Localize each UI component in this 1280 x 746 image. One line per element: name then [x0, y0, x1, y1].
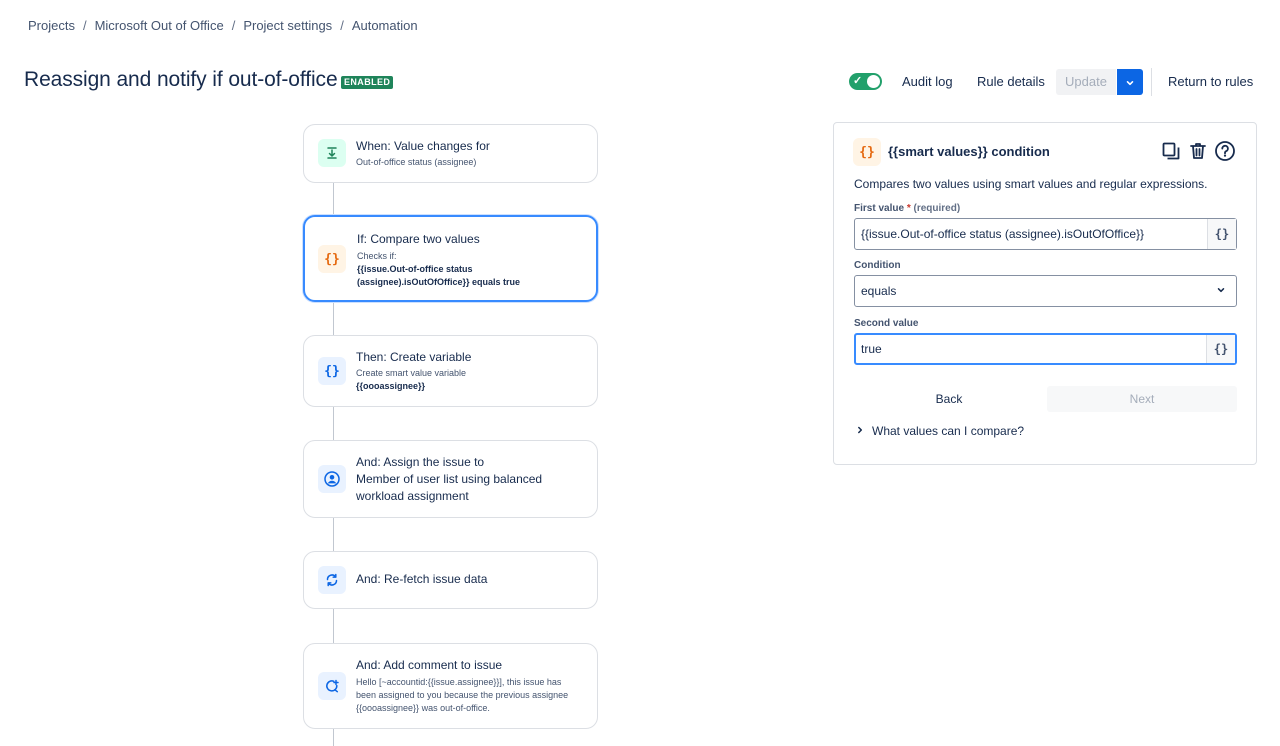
back-button[interactable]: Back: [854, 386, 1044, 412]
create-variable-sub-value: {{oooassignee}}: [356, 381, 426, 391]
trigger-card[interactable]: When: Value changes for Out-of-office st…: [303, 124, 598, 183]
trash-icon[interactable]: [1186, 139, 1210, 163]
curly-braces-icon: {}: [318, 357, 346, 385]
create-variable-sub-prefix: Create smart value variable: [356, 368, 467, 378]
comment-body: Hello [~accountid:{{issue.assignee}}], t…: [356, 677, 569, 713]
breadcrumb-separator: /: [231, 18, 236, 33]
smart-value-button[interactable]: {}: [1206, 335, 1235, 363]
header-divider: [1151, 68, 1152, 96]
refresh-icon: [318, 566, 346, 594]
condition-title: If: Compare two values: [357, 232, 480, 246]
status-badge: ENABLED: [341, 76, 394, 89]
condition-card[interactable]: {} If: Compare two values Checks if: {{i…: [303, 215, 598, 302]
condition-sub-value: {{issue.Out-of-office status (assignee).…: [357, 264, 521, 287]
check-icon: ✓: [853, 75, 863, 87]
update-button[interactable]: Update: [1056, 69, 1116, 95]
help-icon[interactable]: [1213, 139, 1237, 163]
condition-select[interactable]: equals: [854, 275, 1237, 307]
create-variable-title: Then: Create variable: [356, 350, 472, 364]
help-expander[interactable]: What values can I compare?: [856, 424, 1024, 438]
update-dropdown-button[interactable]: [1117, 69, 1143, 95]
condition-config-panel: {} {{smart values}} condition Compares t…: [833, 122, 1257, 465]
duplicate-icon[interactable]: [1159, 139, 1183, 163]
create-variable-card[interactable]: {} Then: Create variable Create smart va…: [303, 335, 598, 407]
breadcrumb-separator: /: [340, 18, 344, 33]
rule-details-button[interactable]: Rule details: [977, 70, 1045, 94]
trigger-title: When: Value changes for: [356, 139, 490, 153]
panel-description: Compares two values using smart values a…: [854, 177, 1208, 191]
refetch-title: And: Re-fetch issue data: [356, 572, 488, 586]
page-title: Reassign and notify if out-of-office: [24, 68, 338, 91]
breadcrumb-project[interactable]: Microsoft Out of Office: [95, 18, 224, 33]
breadcrumb-project-settings[interactable]: Project settings: [243, 18, 332, 33]
condition-selected-value: equals: [861, 284, 897, 298]
return-to-rules-button[interactable]: Return to rules: [1168, 70, 1253, 94]
toggle-knob: [867, 75, 880, 88]
condition-subtitle: Checks if: {{issue.Out-of-office status …: [357, 250, 572, 289]
next-button[interactable]: Next: [1047, 386, 1237, 412]
first-value-input[interactable]: {{issue.Out-of-office status (assignee).…: [854, 218, 1237, 250]
assign-title: And: Assign the issue to: [356, 455, 485, 469]
assign-body: Member of user list using balanced workl…: [356, 472, 543, 503]
comment-title: And: Add comment to issue: [356, 658, 503, 672]
first-value-label-text: First value: [854, 203, 905, 214]
required-text: (required): [913, 203, 961, 214]
curly-braces-icon: {}: [853, 138, 881, 166]
smart-value-button[interactable]: {}: [1207, 219, 1236, 249]
comment-add-icon: [318, 672, 346, 700]
assign-issue-card[interactable]: And: Assign the issue to Member of user …: [303, 440, 598, 518]
second-value-label: Second value: [854, 318, 919, 329]
second-value-input[interactable]: true {}: [854, 333, 1237, 365]
chevron-right-icon: [856, 426, 864, 436]
rule-enabled-toggle[interactable]: ✓: [849, 73, 882, 90]
curly-braces-icon: {}: [318, 245, 346, 273]
chevron-down-icon: [1126, 80, 1134, 85]
breadcrumb: Projects / Microsoft Out of Office / Pro…: [28, 18, 418, 33]
condition-label: Condition: [854, 260, 901, 271]
breadcrumb-projects[interactable]: Projects: [28, 18, 75, 33]
value-changed-icon: [318, 139, 346, 167]
panel-title: {{smart values}} condition: [888, 144, 1050, 159]
chevron-down-icon: [1216, 276, 1226, 306]
help-expander-label: What values can I compare?: [872, 424, 1025, 438]
first-value-text: {{issue.Out-of-office status (assignee).…: [861, 227, 1145, 241]
add-comment-card[interactable]: And: Add comment to issue Hello [~accoun…: [303, 643, 598, 729]
create-variable-subtitle: Create smart value variable {{oooassigne…: [356, 367, 571, 393]
second-value-text: true: [861, 342, 882, 356]
trigger-subtitle: Out-of-office status (assignee): [356, 157, 477, 167]
first-value-label: First value * (required): [854, 203, 960, 214]
breadcrumb-separator: /: [82, 18, 87, 33]
refetch-card[interactable]: And: Re-fetch issue data: [303, 551, 598, 609]
breadcrumb-automation[interactable]: Automation: [352, 18, 418, 33]
user-avatar-icon: [318, 465, 346, 493]
condition-sub-prefix: Checks if:: [357, 251, 397, 261]
audit-log-button[interactable]: Audit log: [902, 70, 953, 94]
required-asterisk: *: [906, 203, 911, 214]
